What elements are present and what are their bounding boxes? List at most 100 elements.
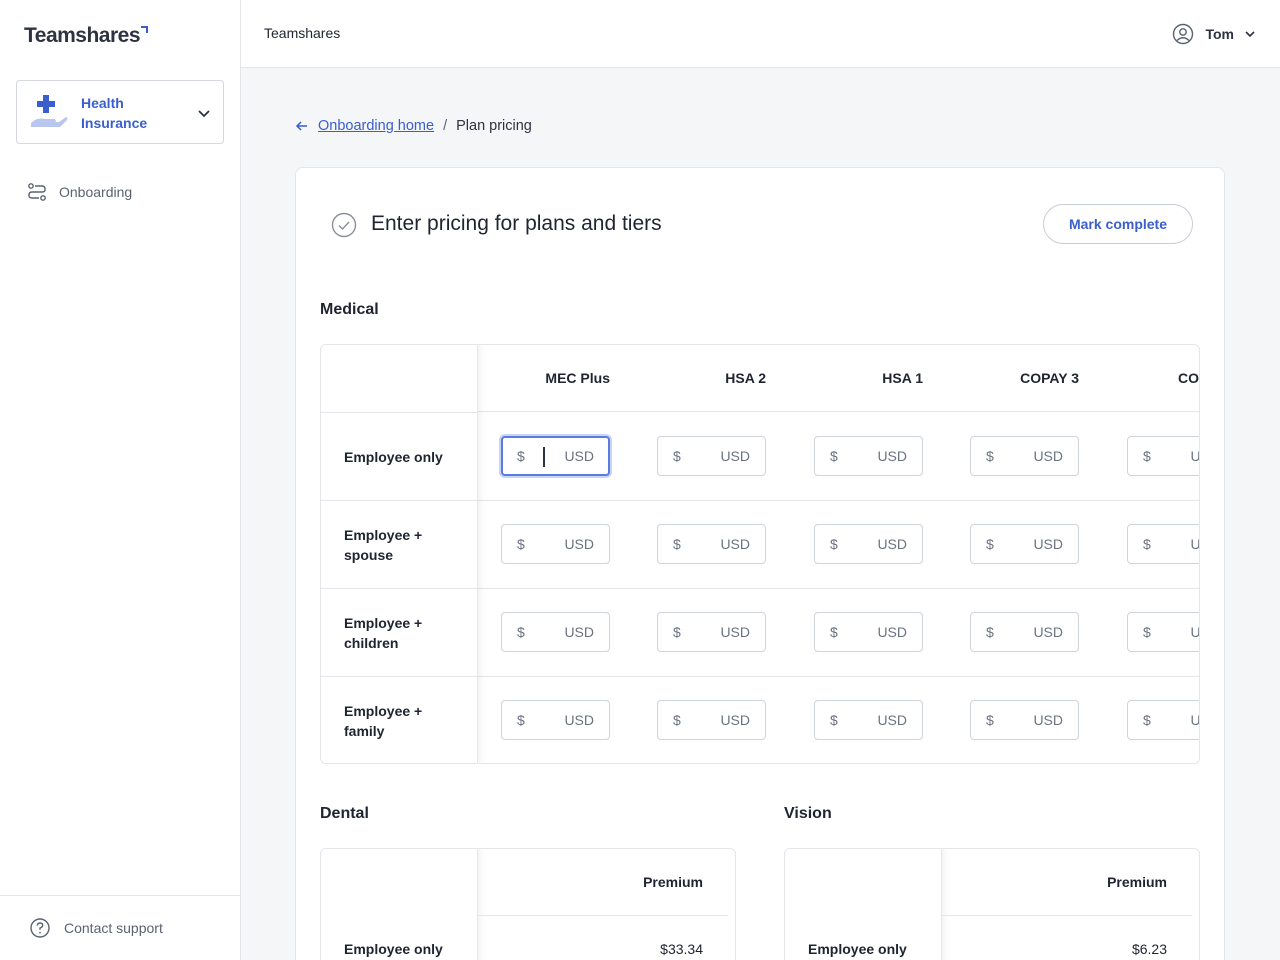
currency-unit: USD	[877, 448, 907, 464]
price-input[interactable]: $ USD	[501, 700, 610, 740]
currency-symbol: $	[830, 536, 838, 552]
currency-unit: USD	[564, 448, 594, 464]
price-input[interactable]: $ USD	[814, 524, 923, 564]
mark-complete-button[interactable]: Mark complete	[1043, 204, 1193, 244]
currency-symbol: $	[986, 624, 994, 640]
dental-pricing-table: Premium Employee only $33.34	[320, 848, 736, 960]
price-input[interactable]: $ USD	[501, 436, 610, 476]
column-header: HSA 2	[725, 370, 766, 386]
price-input[interactable]: $ USD	[657, 436, 766, 476]
price-input[interactable]: $ USD	[1127, 524, 1200, 564]
onboarding-icon	[28, 183, 46, 201]
breadcrumb: Onboarding home / Plan pricing	[295, 116, 532, 136]
product-switcher[interactable]: Health Insurance	[16, 80, 224, 144]
currency-symbol: $	[830, 712, 838, 728]
currency-unit: USD	[1190, 536, 1200, 552]
medical-heading: Medical	[320, 301, 379, 318]
currency-unit: USD	[877, 712, 907, 728]
row-label: Employee only	[344, 941, 443, 957]
row-divider	[942, 915, 1192, 916]
contact-support-link[interactable]: Contact support	[0, 895, 240, 960]
currency-unit: USD	[564, 712, 594, 728]
row-divider	[478, 915, 728, 916]
premium-value: $6.23	[1131, 941, 1167, 957]
currency-symbol: $	[986, 536, 994, 552]
dental-heading: Dental	[320, 805, 369, 822]
currency-unit: USD	[1033, 536, 1063, 552]
teamshares-logo[interactable]: Teamshares	[24, 24, 149, 48]
check-circle-icon	[331, 212, 357, 238]
row-label: Employee + family	[344, 703, 423, 739]
currency-symbol: $	[517, 536, 525, 552]
contact-support-label: Contact support	[64, 920, 163, 936]
price-input[interactable]: $ USD	[501, 524, 610, 564]
chevron-down-icon	[1245, 31, 1255, 38]
currency-symbol: $	[673, 448, 681, 464]
currency-symbol: $	[517, 712, 525, 728]
price-input[interactable]: $ USD	[657, 612, 766, 652]
price-input[interactable]: $ USD	[970, 700, 1079, 740]
sidebar-item-label: Onboarding	[59, 184, 133, 200]
column-header: MEC Plus	[545, 370, 610, 386]
top-bar: Teamshares Tom	[241, 0, 1280, 68]
column-header: HSA 1	[882, 370, 923, 386]
product-label: Health Insurance	[81, 95, 148, 131]
price-input[interactable]: $ USD	[970, 612, 1079, 652]
price-input[interactable]: $ USD	[1127, 612, 1200, 652]
currency-symbol: $	[986, 712, 994, 728]
sidebar-item-onboarding[interactable]: Onboarding	[16, 172, 224, 212]
currency-unit: USD	[720, 448, 750, 464]
currency-symbol: $	[1143, 624, 1151, 640]
premium-value: $33.34	[660, 941, 703, 957]
price-input[interactable]: $ USD	[970, 524, 1079, 564]
currency-symbol: $	[830, 624, 838, 640]
price-input[interactable]: $ USD	[657, 524, 766, 564]
chevron-down-icon	[198, 110, 210, 118]
currency-symbol: $	[830, 448, 838, 464]
price-input[interactable]: $ USD	[1127, 700, 1200, 740]
user-menu[interactable]: Tom	[1172, 22, 1256, 46]
currency-unit: USD	[720, 712, 750, 728]
breadcrumb-onboarding-home-link[interactable]: Onboarding home	[318, 118, 434, 134]
sidebar: Teamshares Health Insurance Onboarding C…	[0, 0, 241, 960]
currency-symbol: $	[517, 448, 525, 464]
currency-symbol: $	[1143, 712, 1151, 728]
row-label: Employee only	[344, 449, 443, 465]
currency-symbol: $	[1143, 448, 1151, 464]
help-circle-icon	[30, 918, 50, 938]
text-caret	[543, 447, 545, 467]
price-input[interactable]: $ USD	[814, 700, 923, 740]
org-name: Teamshares	[264, 25, 341, 41]
currency-unit: USD	[1033, 624, 1063, 640]
column-header: COPAY 3	[1020, 370, 1079, 386]
price-input[interactable]: $ USD	[501, 612, 610, 652]
price-input[interactable]: $ USD	[814, 436, 923, 476]
health-hand-icon	[31, 95, 68, 127]
currency-unit: USD	[1190, 448, 1200, 464]
price-input[interactable]: $ USD	[970, 436, 1079, 476]
currency-unit: USD	[720, 536, 750, 552]
logo-mark-icon	[141, 26, 149, 33]
column-header: CO	[1178, 370, 1199, 386]
currency-unit: USD	[1190, 712, 1200, 728]
row-label: Employee + children	[344, 615, 423, 651]
row-label: Employee only	[808, 941, 907, 957]
currency-unit: USD	[1190, 624, 1200, 640]
row-label: Employee + spouse	[344, 527, 423, 563]
price-input[interactable]: $ USD	[1127, 436, 1200, 476]
currency-symbol: $	[673, 624, 681, 640]
user-circle-icon	[1173, 23, 1194, 45]
medical-pricing-table[interactable]: Employee only Employee + spouse Employee…	[320, 344, 1200, 764]
currency-symbol: $	[673, 536, 681, 552]
currency-unit: USD	[720, 624, 750, 640]
price-input[interactable]: $ USD	[657, 700, 766, 740]
currency-symbol: $	[517, 624, 525, 640]
vision-heading: Vision	[784, 805, 832, 822]
arrow-left-icon[interactable]	[295, 119, 309, 133]
currency-symbol: $	[986, 448, 994, 464]
breadcrumb-current: Plan pricing	[456, 118, 532, 134]
currency-unit: USD	[877, 536, 907, 552]
currency-unit: USD	[564, 624, 594, 640]
currency-symbol: $	[673, 712, 681, 728]
price-input[interactable]: $ USD	[814, 612, 923, 652]
